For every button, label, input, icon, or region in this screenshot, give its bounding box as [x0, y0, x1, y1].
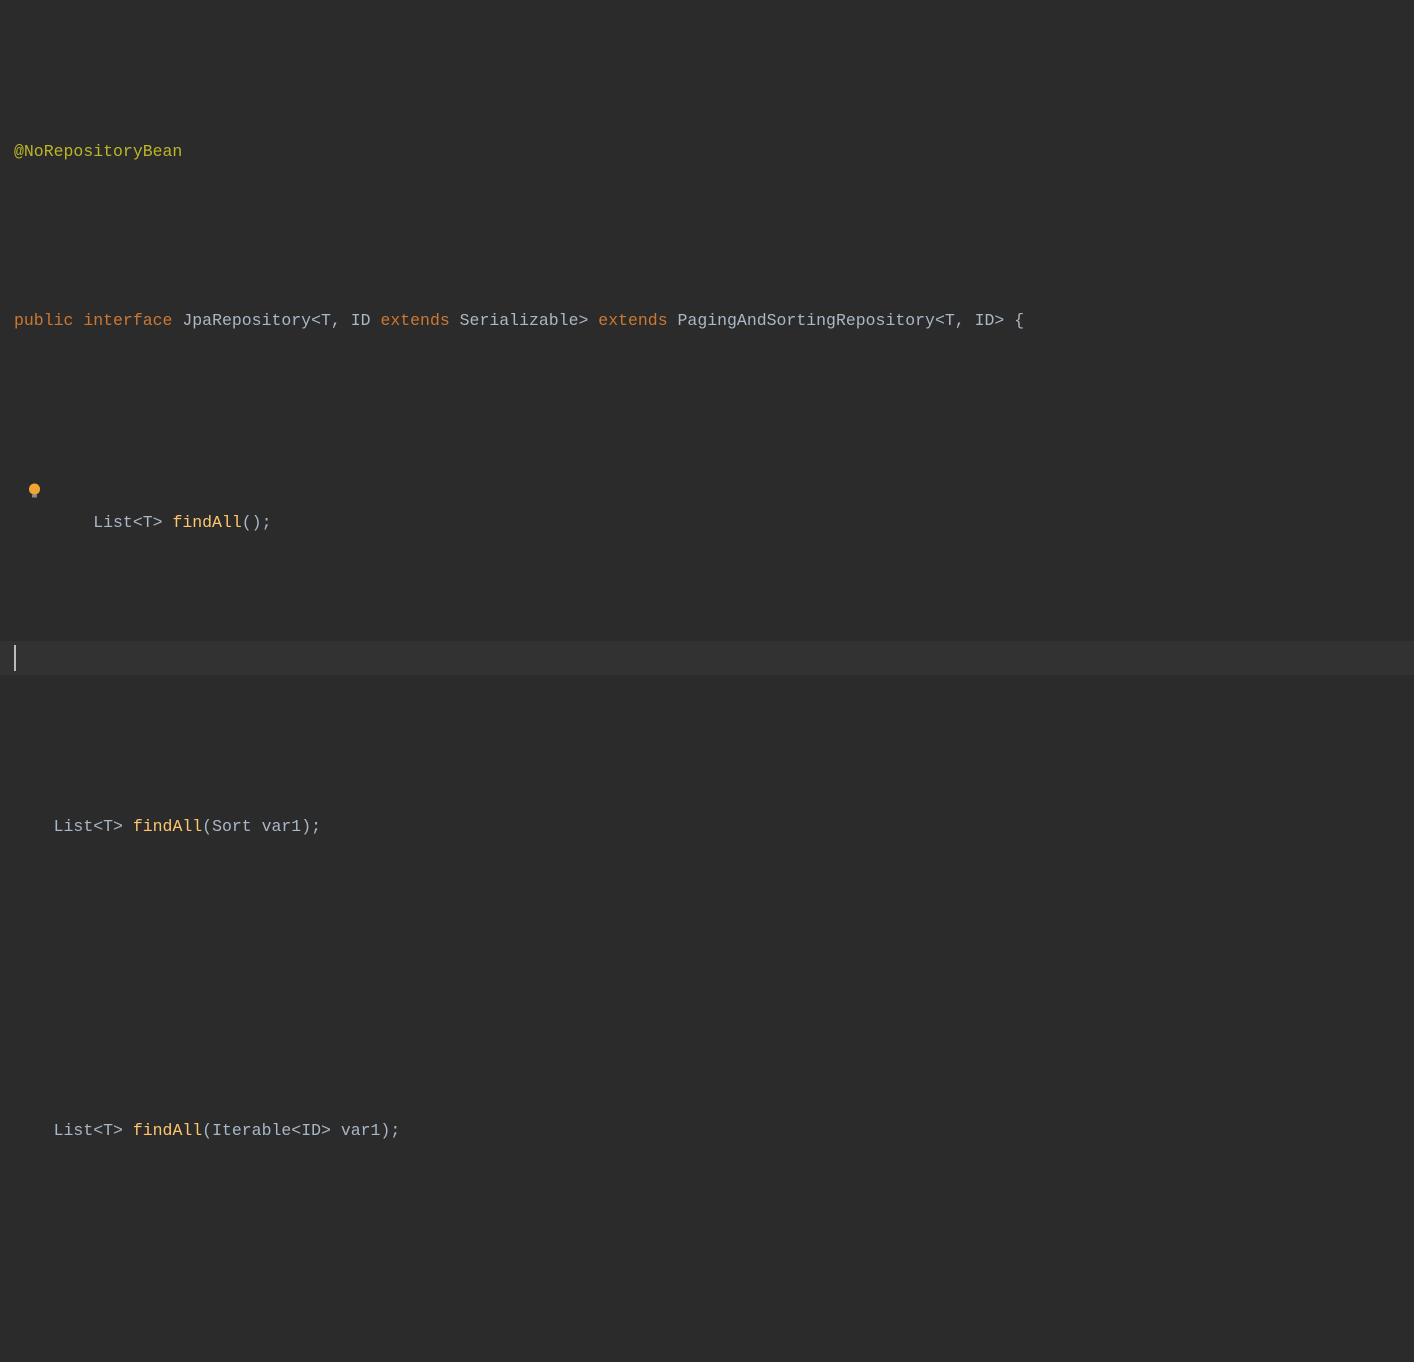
paren-close: )	[380, 1121, 390, 1140]
method-name: findAll	[133, 1121, 202, 1140]
brace-open: {	[1014, 311, 1024, 330]
code-line[interactable]: public interface JpaRepository<T, ID ext…	[0, 304, 1414, 338]
code-line[interactable]: List<T> findAll();	[0, 473, 1414, 507]
semicolon: ;	[311, 817, 321, 836]
keyword-public: public	[14, 311, 73, 330]
text-caret	[14, 645, 16, 671]
angle-open: <	[291, 1121, 301, 1140]
code-editor[interactable]: @NoRepositoryBean public interface JpaRe…	[0, 0, 1414, 1362]
param-type: Iterable	[212, 1121, 291, 1140]
angle-close: >	[113, 817, 123, 836]
indent	[14, 1121, 54, 1140]
space	[172, 311, 182, 330]
code-line[interactable]: List<T> findAll(Iterable<ID> var1);	[0, 1114, 1414, 1148]
semicolon: ;	[390, 1121, 400, 1140]
code-line-empty[interactable]	[0, 945, 1414, 979]
angle-open: <	[311, 311, 321, 330]
param-type: Sort	[212, 817, 252, 836]
space	[1004, 311, 1014, 330]
type-name: List	[54, 1121, 94, 1140]
annotation-at: @	[14, 142, 24, 161]
method-name: findAll	[172, 513, 241, 532]
comma: ,	[331, 311, 351, 330]
paren-open: (	[202, 1121, 212, 1140]
space	[668, 311, 678, 330]
space	[331, 1121, 341, 1140]
code-line-current[interactable]	[0, 641, 1414, 675]
angle-close: >	[153, 513, 163, 532]
code-line[interactable]: @NoRepositoryBean	[0, 135, 1414, 169]
angle-open: <	[93, 1121, 103, 1140]
space	[371, 311, 381, 330]
space	[123, 1121, 133, 1140]
type-param: T	[143, 513, 153, 532]
code-line-empty[interactable]	[0, 1249, 1414, 1283]
angle-close: >	[994, 311, 1004, 330]
type-name: List	[54, 817, 94, 836]
space	[252, 817, 262, 836]
indent	[54, 513, 94, 532]
angle-open: <	[133, 513, 143, 532]
angle-close: >	[578, 311, 588, 330]
paren-open: (	[242, 513, 252, 532]
intention-bulb-icon[interactable]	[28, 483, 41, 496]
keyword-extends: extends	[598, 311, 667, 330]
type-name: Serializable	[460, 311, 579, 330]
semicolon: ;	[262, 513, 272, 532]
annotation-name: NoRepositoryBean	[24, 142, 182, 161]
type-name: PagingAndSortingRepository	[678, 311, 935, 330]
angle-open: <	[93, 817, 103, 836]
paren-close: )	[252, 513, 262, 532]
keyword-interface: interface	[83, 311, 172, 330]
comma: ,	[955, 311, 975, 330]
angle-close: >	[321, 1121, 331, 1140]
type-param: T	[103, 817, 113, 836]
space	[123, 817, 133, 836]
keyword-extends: extends	[380, 311, 449, 330]
paren-close: )	[301, 817, 311, 836]
type-param: ID	[301, 1121, 321, 1140]
paren-open: (	[202, 817, 212, 836]
type-name: JpaRepository	[182, 311, 311, 330]
type-name: List	[93, 513, 133, 532]
space	[73, 311, 83, 330]
space	[450, 311, 460, 330]
angle-open: <	[935, 311, 945, 330]
type-param: T	[945, 311, 955, 330]
type-param: ID	[351, 311, 371, 330]
param-name: var1	[262, 817, 302, 836]
angle-close: >	[113, 1121, 123, 1140]
type-param: ID	[975, 311, 995, 330]
type-param: T	[321, 311, 331, 330]
space	[163, 513, 173, 532]
param-name: var1	[341, 1121, 381, 1140]
indent	[14, 817, 54, 836]
space	[588, 311, 598, 330]
method-name: findAll	[133, 817, 202, 836]
type-param: T	[103, 1121, 113, 1140]
code-line[interactable]: List<T> findAll(Sort var1);	[0, 810, 1414, 844]
